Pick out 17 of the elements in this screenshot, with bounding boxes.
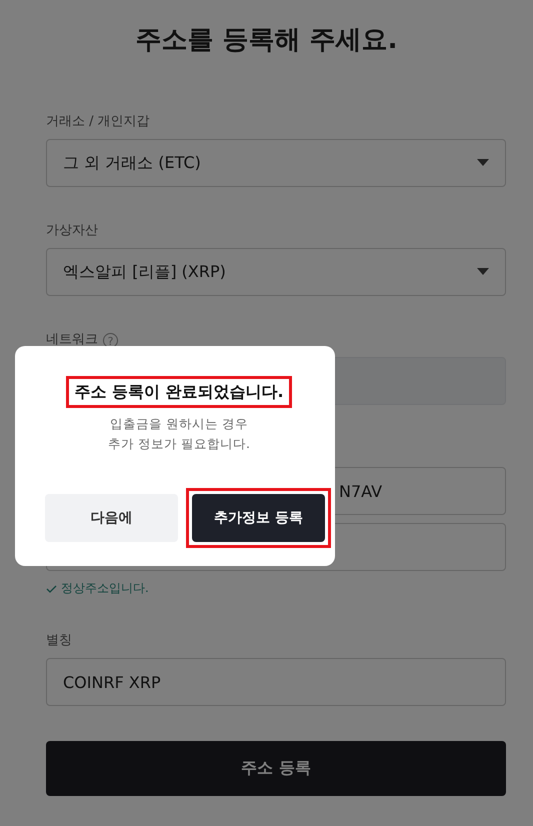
validation-message: 정상주소입니다. — [61, 580, 149, 597]
field-label: 거래소 / 개인지갑 — [46, 113, 150, 131]
field-label: 별칭 — [46, 632, 72, 650]
page-title: 주소를 등록해 주세요. — [134, 24, 398, 57]
input-field[interactable]: COINRF XRP — [46, 658, 506, 706]
later-button[interactable]: 다음에 — [45, 494, 178, 542]
field-label: 가상자산 — [46, 222, 98, 240]
dropdown-field[interactable]: 그 외 거래소 (ETC) — [46, 139, 506, 187]
caret-icon — [477, 159, 489, 167]
caret-icon — [477, 268, 489, 276]
add-info-button[interactable]: 추가정보 등록 — [192, 494, 325, 542]
check-icon — [46, 584, 57, 592]
dropdown-field[interactable]: 엑스알피 [리플] (XRP) — [46, 248, 506, 296]
dialog-title: 주소 등록이 완료되었습니다. — [74, 381, 284, 403]
field-label: 네트워크 — [46, 331, 98, 349]
dialog-message: 입출금을 원하시는 경우 추가 정보가 필요합니다. — [108, 415, 250, 453]
register-button[interactable]: 주소 등록 — [46, 741, 506, 796]
